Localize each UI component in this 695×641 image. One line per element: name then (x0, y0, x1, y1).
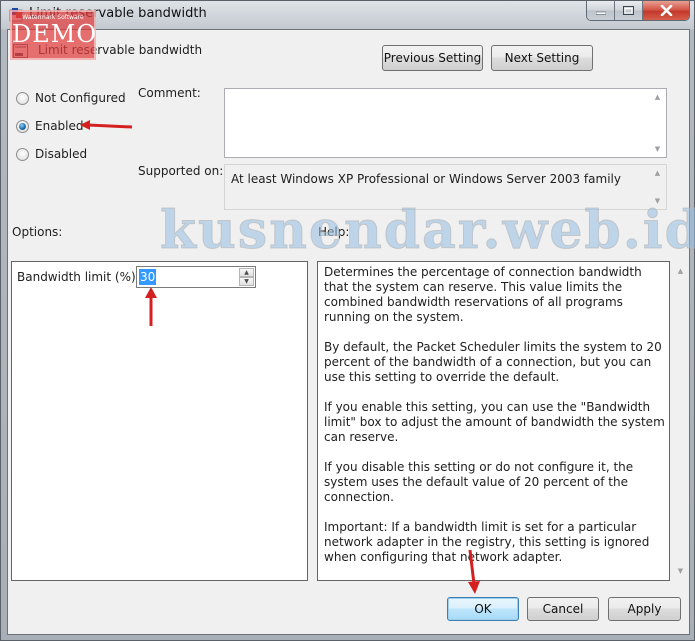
next-setting-button[interactable]: Next Setting (491, 45, 593, 71)
caption-buttons (586, 1, 690, 21)
spin-down-button[interactable]: ▼ (239, 277, 254, 286)
close-button[interactable] (643, 1, 689, 20)
ok-button[interactable]: OK (447, 597, 519, 621)
help-paragraph: If you disable this setting or do not co… (324, 460, 634, 504)
scroll-up-icon[interactable]: ▲ (655, 169, 660, 177)
help-paragraph: Important: If a bandwidth limit is set f… (324, 520, 650, 564)
help-paragraph: Determines the percentage of connection … (324, 265, 642, 324)
dialog-client-area: Limit reservable bandwidth Previous Sett… (7, 29, 690, 635)
minimize-icon (595, 11, 606, 15)
scroll-down-icon[interactable]: ▼ (655, 145, 660, 153)
supported-scrollbar[interactable]: ▲ ▼ (649, 165, 666, 209)
policy-setting-icon (13, 44, 28, 58)
radio-label: Enabled (35, 119, 84, 133)
options-panel: Bandwidth limit (%): 30 ▲ ▼ (11, 261, 308, 581)
scroll-down-icon[interactable]: ▼ (678, 567, 683, 575)
previous-setting-button[interactable]: Previous Setting (382, 45, 483, 71)
radio-button-selected[interactable] (16, 119, 29, 133)
radio-button[interactable] (16, 91, 29, 105)
cancel-button[interactable]: Cancel (527, 597, 599, 621)
radio-label: Not Configured (35, 91, 126, 105)
help-scrollbar[interactable]: ▲ ▼ (672, 261, 689, 581)
apply-button[interactable]: Apply (608, 597, 681, 621)
spin-up-icon: ▲ (244, 268, 249, 276)
bandwidth-limit-label: Bandwidth limit (%): (17, 270, 140, 284)
radio-button[interactable] (16, 147, 29, 161)
minimize-button[interactable] (587, 1, 615, 20)
help-label: Help: (318, 225, 350, 239)
supported-on-value: At least Windows XP Professional or Wind… (231, 172, 621, 186)
scroll-down-icon[interactable]: ▼ (655, 197, 660, 205)
supported-on-field: At least Windows XP Professional or Wind… (224, 164, 667, 210)
comment-scrollbar[interactable]: ▲ ▼ (649, 89, 666, 157)
radio-disabled[interactable]: Disabled (16, 147, 87, 161)
spin-up-button[interactable]: ▲ (239, 268, 254, 277)
bandwidth-limit-value[interactable]: 30 (139, 269, 157, 285)
comment-textarea[interactable]: ▲ ▼ (224, 88, 667, 158)
comment-label: Comment: (138, 86, 201, 100)
window-title: Limit reservable bandwidth (29, 6, 207, 21)
scroll-up-icon[interactable]: ▲ (655, 93, 660, 101)
policy-name: Limit reservable bandwidth (38, 43, 203, 57)
spin-buttons: ▲ ▼ (239, 268, 254, 286)
maximize-button[interactable] (615, 1, 643, 20)
options-label: Options: (12, 225, 63, 239)
policy-app-icon (9, 8, 23, 22)
help-panel: Determines the percentage of connection … (317, 261, 670, 581)
help-paragraph: By default, the Packet Scheduler limits … (324, 340, 662, 384)
radio-not-configured[interactable]: Not Configured (16, 91, 126, 105)
bandwidth-limit-spinbox[interactable]: 30 ▲ ▼ (136, 266, 256, 288)
radio-label: Disabled (35, 147, 88, 161)
scroll-up-icon[interactable]: ▲ (678, 267, 683, 275)
help-text: Determines the percentage of connection … (324, 265, 665, 580)
title-bar[interactable]: Limit reservable bandwidth (1, 1, 695, 29)
supported-on-label: Supported on: (138, 164, 224, 178)
radio-enabled[interactable]: Enabled (16, 119, 84, 133)
help-paragraph: If you enable this setting, you can use … (324, 400, 665, 444)
close-icon (660, 5, 672, 16)
maximize-icon (623, 6, 634, 15)
dialog-window: Limit reservable bandwidth Limit reserva… (0, 0, 695, 641)
spin-down-icon: ▼ (244, 277, 249, 285)
